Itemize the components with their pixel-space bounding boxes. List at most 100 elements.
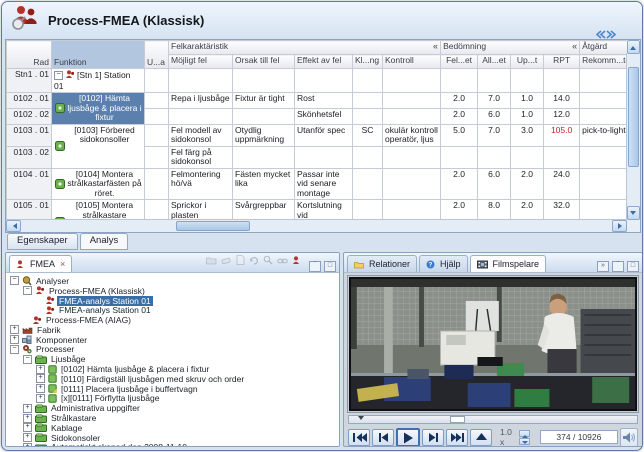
group-header-3[interactable]: Åtgärd: [580, 41, 627, 55]
cell-upp[interactable]: [511, 146, 544, 168]
vertical-scroll-thumb[interactable]: [628, 67, 639, 167]
chevron-double-icon[interactable]: »: [597, 261, 609, 272]
cell-klassning[interactable]: [353, 93, 383, 109]
cell-effekt[interactable]: Passar inte vid senare montage: [295, 168, 353, 200]
cell-rekomm[interactable]: [580, 69, 627, 93]
column-header-kontroll[interactable]: Kontroll: [383, 55, 441, 69]
column-header-all[interactable]: All...et: [478, 55, 511, 69]
cell-mojligt[interactable]: Felmontering hö/vä: [169, 168, 233, 200]
cell-rpt[interactable]: 14.0: [544, 93, 580, 109]
expand-icon[interactable]: +: [36, 384, 45, 393]
expand-icon[interactable]: +: [23, 414, 32, 423]
cell-rpt[interactable]: [544, 146, 580, 168]
cell-kontroll[interactable]: [383, 108, 441, 124]
play-button[interactable]: [396, 428, 420, 447]
cell-upp[interactable]: 1.0: [511, 108, 544, 124]
tab-relationer[interactable]: Relationer: [347, 255, 417, 272]
tree-item[interactable]: Process-FMEA (AIAG): [10, 315, 339, 325]
cell-rekomm[interactable]: [580, 108, 627, 124]
column-header-klassning[interactable]: Kl...ng: [353, 55, 383, 69]
cell-rpt[interactable]: 32.0: [544, 200, 580, 221]
cell-mojligt[interactable]: Fel färg på sidokonsol: [169, 146, 233, 168]
cell-all[interactable]: 6.0: [478, 168, 511, 200]
column-header-orsak[interactable]: Orsak till fel: [233, 55, 295, 69]
cell-rekomm[interactable]: [580, 146, 627, 168]
tree-item[interactable]: +Automatiskt skapad den 2008-11-10: [10, 443, 339, 447]
expand-icon[interactable]: +: [36, 365, 45, 374]
collapse-icon[interactable]: −: [10, 345, 19, 354]
cell-orsak[interactable]: Fästen mycket lika: [233, 168, 295, 200]
cell-effekt[interactable]: Rost: [295, 93, 353, 109]
column-header-mojligt[interactable]: Möjligt fel: [169, 55, 233, 69]
cell-rad[interactable]: 0102 . 01: [7, 93, 52, 109]
tab-egenskaper[interactable]: Egenskaper: [7, 233, 78, 250]
video-display[interactable]: [349, 277, 637, 411]
cell-rekomm[interactable]: [580, 168, 627, 200]
mute-button[interactable]: [620, 428, 638, 447]
tree-item[interactable]: +Kablage: [10, 423, 339, 433]
cell-klassning[interactable]: [353, 200, 383, 221]
fmea-person-icon[interactable]: [292, 252, 301, 270]
collapse-icon[interactable]: −: [23, 355, 32, 364]
cell-rpt[interactable]: [544, 69, 580, 93]
cell-orsak[interactable]: [233, 146, 295, 168]
tree-item[interactable]: +Strålkastare: [10, 413, 339, 423]
cell-all[interactable]: [478, 69, 511, 93]
tree-item[interactable]: −Ljusbåge: [10, 354, 339, 364]
cell-mojligt[interactable]: Fel modell av sidokonsol: [169, 124, 233, 146]
column-header-effekt[interactable]: Effekt av fel: [295, 55, 353, 69]
cell-klassning[interactable]: SC: [353, 124, 383, 146]
cell-orsak[interactable]: Fixtur är tight: [233, 93, 295, 109]
cell-rad[interactable]: 0103 . 02: [7, 146, 52, 168]
cell-funktion[interactable]: [0103] Förbered sidokonsoller: [52, 124, 145, 168]
cell-funktion[interactable]: [0105] Montera strålkastare: [52, 200, 145, 221]
maximize-panel-icon[interactable]: □: [627, 261, 639, 272]
cell-upp[interactable]: [511, 69, 544, 93]
cell-rad[interactable]: 0102 . 02: [7, 108, 52, 124]
column-header-rpt[interactable]: RPT: [544, 55, 580, 69]
tree-item[interactable]: +[x][0111] Förflytta ljusbåge: [10, 394, 339, 404]
scroll-down-button[interactable]: [627, 206, 640, 220]
column-header-upp[interactable]: Up...t: [511, 55, 544, 69]
seek-thumb[interactable]: [450, 416, 465, 423]
tree-item[interactable]: −Analyser: [10, 276, 339, 286]
eraser-icon[interactable]: [221, 252, 232, 270]
tree-item[interactable]: FMEA-analys Station 01: [10, 305, 339, 315]
expand-icon[interactable]: +: [36, 394, 45, 403]
scroll-right-button[interactable]: [612, 220, 627, 232]
cell-u[interactable]: [145, 124, 169, 146]
seek-bar[interactable]: [348, 415, 638, 424]
cell-u[interactable]: [145, 69, 169, 93]
cell-rpt[interactable]: 105.0: [544, 124, 580, 146]
collapse-icon[interactable]: −: [23, 286, 32, 295]
expand-icon[interactable]: +: [23, 423, 32, 432]
cell-rpt[interactable]: 12.0: [544, 108, 580, 124]
speed-up-button[interactable]: [519, 430, 530, 437]
cell-orsak[interactable]: Svårgreppbar: [233, 200, 295, 221]
cell-upp[interactable]: 2.0: [511, 200, 544, 221]
tree-item[interactable]: +[0102] Hämta ljusbåge & placera i fixtu…: [10, 364, 339, 374]
cell-all[interactable]: 7.0: [478, 93, 511, 109]
link-icon[interactable]: [277, 252, 288, 270]
cell-rekomm[interactable]: pick-to-light: [580, 124, 627, 146]
collapse-panel-icon[interactable]: ‾: [612, 261, 624, 272]
cell-orsak[interactable]: [233, 108, 295, 124]
cell-upp[interactable]: 2.0: [511, 168, 544, 200]
tree-item[interactable]: +Administrativa uppgifter: [10, 403, 339, 413]
cell-effekt[interactable]: Skönhetsfel: [295, 108, 353, 124]
cell-all[interactable]: [478, 146, 511, 168]
cell-klassning[interactable]: [353, 69, 383, 93]
tree-item[interactable]: +Fabrik: [10, 325, 339, 335]
cell-klassning[interactable]: [353, 168, 383, 200]
cell-fel[interactable]: 2.0: [441, 93, 478, 109]
expand-icon[interactable]: +: [23, 443, 32, 447]
horizontal-scroll-thumb[interactable]: [176, 221, 250, 231]
cell-klassning[interactable]: [353, 108, 383, 124]
cell-rad[interactable]: 0103 . 01: [7, 124, 52, 146]
tree-item[interactable]: −Process-FMEA (Klassisk): [10, 286, 339, 296]
cell-kontroll[interactable]: [383, 168, 441, 200]
collapse-panel-icon[interactable]: ‾: [309, 261, 321, 272]
cell-fel[interactable]: 5.0: [441, 124, 478, 146]
page-icon[interactable]: [236, 252, 245, 270]
speed-down-button[interactable]: [519, 438, 530, 445]
